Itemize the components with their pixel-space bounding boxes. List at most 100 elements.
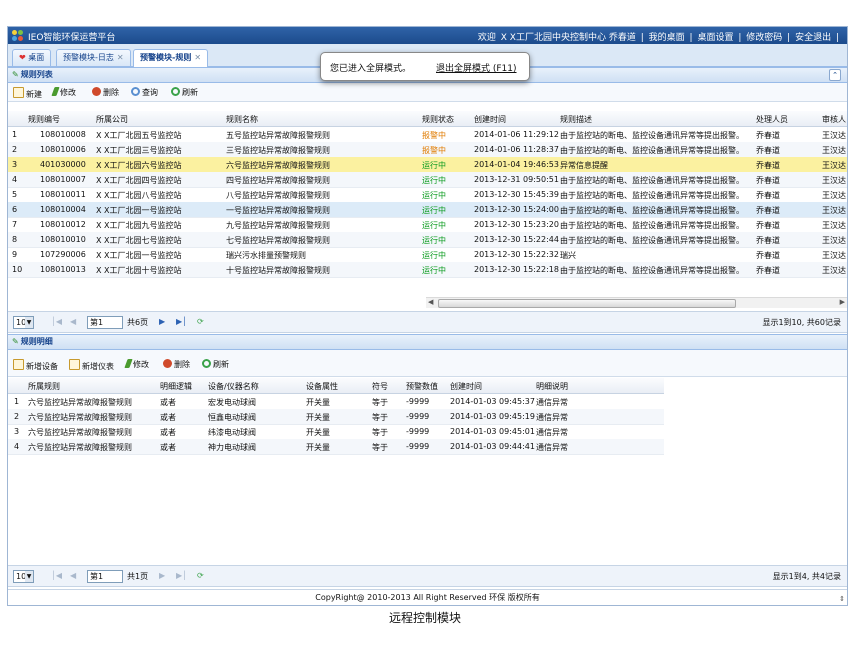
- cell-desc: 由于监控站的断电、监控设备通讯异常等提出报警。: [560, 236, 744, 245]
- cell-auditor: 王汉达: [822, 251, 846, 260]
- next-page-icon[interactable]: ▶: [159, 571, 165, 580]
- table-row[interactable]: 6 108010004 X X工厂北园一号监控站 一号监控站异常故障报警规则 运行中 20…: [8, 202, 847, 218]
- cell-attr: 开关量: [306, 443, 330, 452]
- table-row[interactable]: 8 108010010 X X工厂北园七号监控站 七号监控站异常故障报警规则 运行中 20…: [8, 232, 847, 248]
- scroll-spinner-icon[interactable]: ⇕: [839, 591, 845, 605]
- scroll-left-icon[interactable]: ◀: [428, 298, 433, 306]
- cell-value: -9999: [406, 427, 430, 436]
- user-org-link[interactable]: X X工厂北园中央控制中心 乔春道: [501, 33, 636, 43]
- table-row[interactable]: 10 108010013 X X工厂北园十号监控站 十号监控站异常故障报警规则 运行中 2…: [8, 262, 847, 278]
- cell-desc: 由于监控站的断电、监控设备通讯异常等提出报警。: [560, 131, 744, 140]
- nav-logout[interactable]: 安全退出: [795, 33, 831, 43]
- cell-name: 三号监控站异常故障报警规则: [226, 146, 330, 155]
- next-page-icon[interactable]: ▶: [159, 317, 165, 326]
- refresh-icon[interactable]: ⟳: [197, 571, 204, 580]
- cell-no: 6: [12, 205, 18, 214]
- scroll-thumb[interactable]: [438, 299, 736, 308]
- tab-alert-log[interactable]: 预警模块-日志 ✕: [56, 49, 131, 66]
- cell-company: X X工厂北园五号监控站: [96, 131, 182, 140]
- add-device-button[interactable]: 新增设备: [13, 359, 58, 372]
- fullscreen-message: 您已进入全屏模式。: [330, 64, 412, 74]
- cell-created: 2013-12-30 15:23:20: [474, 220, 559, 229]
- page-size-select[interactable]: 10 ▼: [13, 570, 34, 583]
- collapse-icon[interactable]: ⌃: [829, 69, 841, 81]
- table-row[interactable]: 4 六号监控站异常故障报警规则 或者 神力电动球阀 开关量 等于 -9999 2014-01-…: [8, 439, 664, 455]
- rule-pager: 10 ▼ │◀ ◀ 第1 共6页 ▶ ▶│ ⟳ 显示1到10, 共60记录: [8, 311, 847, 333]
- record-info: 显示1到4, 共4记录: [772, 572, 841, 581]
- page-number-input[interactable]: 第1: [87, 570, 123, 583]
- table-row[interactable]: 1 108010008 X X工厂北园五号监控站 五号监控站异常故障报警规则 报警中 20…: [8, 127, 847, 143]
- last-page-icon[interactable]: ▶│: [176, 317, 187, 326]
- cell-desc: 由于监控站的断电、监控设备通讯异常等提出报警。: [560, 206, 744, 215]
- app-title: IEO智能环保运营平台: [28, 33, 116, 43]
- cell-created: 2014-01-03 09:45:01: [450, 427, 535, 436]
- search-icon: [131, 87, 140, 96]
- scroll-right-icon[interactable]: ▶: [840, 298, 845, 306]
- cell-note: 通信异常: [536, 443, 568, 452]
- close-icon[interactable]: ✕: [194, 53, 201, 62]
- table-row[interactable]: 3 401030000 X X工厂北园六号监控站 六号监控站异常故障报警规则 运行中 20…: [8, 157, 847, 173]
- add-meter-button[interactable]: 新增仪表: [69, 359, 114, 372]
- chevron-down-icon: ▼: [25, 571, 33, 582]
- edit-rule-button[interactable]: 修改: [51, 87, 76, 98]
- table-row[interactable]: 9 107290006 X X工厂北园一号监控站 瑞兴污水排量预警规则 运行中 2013-…: [8, 247, 847, 263]
- nav-my-desktop[interactable]: 我的桌面: [649, 33, 685, 43]
- first-page-icon[interactable]: │◀: [51, 317, 62, 326]
- cell-no: 1: [14, 397, 20, 406]
- nav-desktop-settings[interactable]: 桌面设置: [697, 33, 733, 43]
- prev-page-icon[interactable]: ◀: [70, 317, 76, 326]
- refresh-icon[interactable]: ⟳: [197, 317, 204, 326]
- cell-created: 2014-01-06 11:29:12: [474, 130, 559, 139]
- cell-created: 2014-01-06 11:28:37: [474, 145, 559, 154]
- exit-fullscreen-link[interactable]: 退出全屏模式 (F11): [436, 61, 517, 74]
- cell-logic: 或者: [160, 428, 176, 437]
- prev-page-icon[interactable]: ◀: [70, 571, 76, 580]
- cell-no: 10: [12, 265, 23, 274]
- cell-auditor: 王汉达: [822, 191, 846, 200]
- table-row[interactable]: 2 六号监控站异常故障报警规则 或者 恒鑫电动球阀 开关量 等于 -9999 2014-01-…: [8, 409, 664, 425]
- rule-grid-hscrollbar[interactable]: ◀ ▶: [426, 297, 847, 308]
- new-rule-button[interactable]: 新建: [13, 87, 42, 100]
- pencil-icon: ✎: [12, 337, 19, 346]
- column-header: 规则描述: [560, 115, 592, 124]
- pencil-icon: ✎: [12, 70, 19, 79]
- last-page-icon[interactable]: ▶│: [176, 571, 187, 580]
- cell-device: 纬漆电动球阀: [208, 428, 256, 437]
- delete-rule-button[interactable]: 删除: [92, 87, 119, 98]
- refresh-rule-button[interactable]: 刷新: [171, 87, 198, 98]
- tab-desktop[interactable]: ❤ 桌面: [12, 49, 52, 66]
- table-row[interactable]: 5 108010011 X X工厂北园八号监控站 八号监控站异常故障报警规则 运行中 20…: [8, 187, 847, 203]
- edit-detail-button[interactable]: 修改: [124, 359, 149, 370]
- refresh-detail-button[interactable]: 刷新: [202, 359, 229, 370]
- cell-status: 运行中: [422, 191, 446, 200]
- table-row[interactable]: 7 108010012 X X工厂北园九号监控站 九号监控站异常故障报警规则 运行中 20…: [8, 217, 847, 233]
- nav-change-password[interactable]: 修改密码: [746, 33, 782, 43]
- cell-id: 108010006: [40, 145, 86, 154]
- cell-attr: 开关量: [306, 398, 330, 407]
- page-number-input[interactable]: 第1: [87, 316, 123, 329]
- cell-created: 2014-01-03 09:45:19: [450, 412, 535, 421]
- cell-desc: 由于监控站的断电、监控设备通讯异常等提出报警。: [560, 176, 744, 185]
- table-row[interactable]: 1 六号监控站异常故障报警规则 或者 宏发电动球阀 开关量 等于 -9999 2014-01-…: [8, 394, 664, 410]
- cell-no: 4: [14, 442, 20, 451]
- first-page-icon[interactable]: │◀: [51, 571, 62, 580]
- close-icon[interactable]: ✕: [117, 53, 124, 62]
- tab-alert-rules[interactable]: 预警模块-规则 ✕: [133, 49, 209, 67]
- cell-symbol: 等于: [372, 398, 388, 407]
- cell-id: 108010012: [40, 220, 86, 229]
- table-row[interactable]: 2 108010006 X X工厂北园三号监控站 三号监控站异常故障报警规则 报警中 20…: [8, 142, 847, 158]
- table-row[interactable]: 3 六号监控站异常故障报警规则 或者 纬漆电动球阀 开关量 等于 -9999 2014-01-…: [8, 424, 664, 440]
- delete-detail-button[interactable]: 删除: [163, 359, 190, 370]
- cell-note: 通信异常: [536, 428, 568, 437]
- add-device-icon: [13, 359, 24, 370]
- table-row[interactable]: 4 108010007 X X工厂北园四号监控站 四号监控站异常故障报警规则 运行中 20…: [8, 172, 847, 188]
- cell-desc: 由于监控站的断电、监控设备通讯异常等提出报警。: [560, 221, 744, 230]
- refresh-icon: [202, 359, 211, 368]
- edit-icon: [51, 87, 60, 96]
- detail-grid-header: 所属规则 明细逻辑 设备/仪器名称 设备属性 符号 预警数值 创建时间 明细说明: [8, 378, 664, 394]
- column-header: 创建时间: [474, 115, 506, 124]
- cell-status: 运行中: [422, 251, 446, 260]
- page-size-select[interactable]: 10 ▼: [13, 316, 34, 329]
- cell-name: 八号监控站异常故障报警规则: [226, 191, 330, 200]
- search-rule-button[interactable]: 查询: [131, 87, 158, 98]
